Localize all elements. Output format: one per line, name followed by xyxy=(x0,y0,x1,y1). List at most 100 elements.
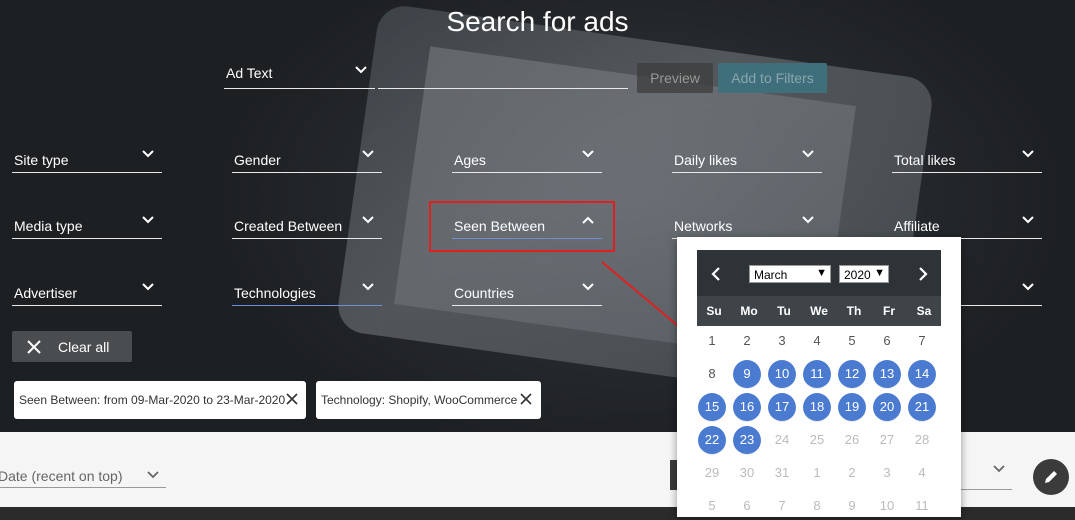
remove-chip-icon[interactable] xyxy=(520,393,532,405)
filter-chip-seen-between: Seen Between: from 09-Mar-2020 to 23-Mar… xyxy=(14,381,306,419)
chip-label: Technology: Shopify, WooCommerce xyxy=(321,393,518,407)
clear-all-button[interactable]: Clear all xyxy=(12,331,132,362)
sort-select[interactable]: Date (recent on top) xyxy=(0,463,166,488)
filter-gender[interactable]: Gender xyxy=(232,140,382,173)
year-value: 2020 xyxy=(844,268,871,282)
calendar-day[interactable]: 11 xyxy=(803,360,831,389)
dropdown-arrow-icon: ▼ xyxy=(874,267,885,279)
calendar-day[interactable]: 5 xyxy=(698,492,726,520)
filter-total-likes[interactable]: Total likes xyxy=(892,140,1042,173)
filter-countries[interactable]: Countries xyxy=(452,273,602,306)
calendar-day[interactable]: 20 xyxy=(873,393,901,422)
calendar-day[interactable]: 13 xyxy=(873,360,901,389)
calendar-day[interactable]: 31 xyxy=(768,459,796,487)
filter-label: Technologies xyxy=(234,285,316,301)
chevron-down-icon xyxy=(142,150,154,158)
chevron-down-icon xyxy=(147,471,159,479)
add-to-filters-button[interactable]: Add to Filters xyxy=(718,63,827,93)
calendar-day[interactable]: 9 xyxy=(838,492,866,520)
calendar-day[interactable]: 4 xyxy=(803,327,831,355)
calendar-day[interactable]: 1 xyxy=(803,459,831,487)
calendar-day[interactable]: 14 xyxy=(908,360,936,389)
toolbar-select[interactable] xyxy=(960,457,1012,490)
filter-advertiser[interactable]: Advertiser xyxy=(12,273,162,306)
calendar-day[interactable]: 7 xyxy=(768,492,796,520)
edit-button[interactable] xyxy=(1033,459,1069,495)
filter-label: Advertiser xyxy=(14,285,78,301)
calendar-day[interactable]: 30 xyxy=(733,459,761,487)
calendar-day[interactable]: 27 xyxy=(873,426,901,454)
calendar-day[interactable]: 15 xyxy=(698,393,726,422)
calendar-day[interactable]: 26 xyxy=(838,426,866,454)
year-select[interactable]: 2020 ▼ xyxy=(839,265,889,283)
filter-created-between[interactable]: Created Between xyxy=(232,206,382,239)
close-icon xyxy=(27,340,41,354)
filter-ages[interactable]: Ages xyxy=(452,140,602,173)
calendar-day[interactable]: 3 xyxy=(768,327,796,355)
ad-text-select[interactable]: Ad Text xyxy=(224,56,375,89)
calendar-day[interactable]: 6 xyxy=(733,492,761,520)
calendar-day[interactable]: 1 xyxy=(698,327,726,355)
filter-site-type[interactable]: Site type xyxy=(12,140,162,173)
dropdown-arrow-icon: ▼ xyxy=(816,267,827,279)
calendar-day[interactable]: 17 xyxy=(768,393,796,422)
filter-networks[interactable]: Networks xyxy=(672,206,822,239)
ad-text-label: Ad Text xyxy=(226,65,273,81)
calendar-day[interactable]: 10 xyxy=(768,360,796,389)
filter-chip-technology: Technology: Shopify, WooCommerce xyxy=(316,381,541,419)
calendar-day[interactable]: 28 xyxy=(908,426,936,454)
filter-label: Site type xyxy=(14,152,69,168)
chevron-left-icon[interactable] xyxy=(710,267,722,281)
calendar-day[interactable]: 23 xyxy=(733,426,761,455)
calendar-day[interactable]: 11 xyxy=(908,492,936,520)
calendar-day[interactable]: 4 xyxy=(908,459,936,487)
filter-label: Media type xyxy=(14,218,83,234)
chevron-down-icon xyxy=(1022,216,1034,224)
calendar-day[interactable]: 2 xyxy=(733,327,761,355)
chevron-down-icon xyxy=(362,216,374,224)
filter-daily-likes[interactable]: Daily likes xyxy=(672,140,822,173)
calendar-day[interactable]: 8 xyxy=(698,360,726,388)
filter-label: Networks xyxy=(674,218,733,234)
calendar-day[interactable]: 2 xyxy=(838,459,866,487)
filter-media-type[interactable]: Media type xyxy=(12,206,162,239)
chevron-down-icon xyxy=(355,66,367,74)
calendar-day[interactable]: 8 xyxy=(803,492,831,520)
clear-all-label: Clear all xyxy=(58,339,110,355)
remove-chip-icon[interactable] xyxy=(286,393,298,405)
weekday-label: Mo xyxy=(740,304,758,318)
ad-text-input[interactable] xyxy=(378,60,628,89)
calendar-day[interactable]: 5 xyxy=(838,327,866,355)
calendar-day[interactable]: 22 xyxy=(698,426,726,455)
weekday-label: We xyxy=(810,304,828,318)
calendar-day[interactable]: 9 xyxy=(733,360,761,389)
calendar-day[interactable]: 29 xyxy=(698,459,726,487)
weekday-label: Tu xyxy=(777,304,791,318)
month-value: March xyxy=(754,268,788,282)
calendar-day[interactable]: 16 xyxy=(733,393,761,422)
weekday-label: Th xyxy=(846,304,862,318)
calendar-day[interactable]: 25 xyxy=(803,426,831,454)
calendar-day[interactable]: 12 xyxy=(838,360,866,389)
filter-label: Gender xyxy=(234,152,281,168)
calendar-day[interactable]: 19 xyxy=(838,393,866,422)
month-select[interactable]: March ▼ xyxy=(749,265,831,283)
chevron-down-icon xyxy=(993,465,1005,473)
calendar-day[interactable]: 21 xyxy=(908,393,936,422)
filter-label: Created Between xyxy=(234,218,343,234)
calendar-day[interactable]: 6 xyxy=(873,327,901,355)
preview-button[interactable]: Preview xyxy=(637,63,713,93)
chevron-down-icon xyxy=(582,150,594,158)
chevron-down-icon xyxy=(362,283,374,291)
chevron-right-icon[interactable] xyxy=(917,267,929,281)
filter-affiliate[interactable]: Affiliate xyxy=(892,206,1042,239)
calendar-day[interactable]: 10 xyxy=(873,492,901,520)
calendar-day[interactable]: 3 xyxy=(873,459,901,487)
chevron-down-icon xyxy=(1022,283,1034,291)
calendar-day[interactable]: 7 xyxy=(908,327,936,355)
calendar-day[interactable]: 24 xyxy=(768,426,796,454)
date-picker: March ▼ 2020 ▼ Su Mo Tu We Th Fr Sa 1 2 3 4 5 6 7 8 9 10 1… xyxy=(677,237,961,517)
chevron-down-icon xyxy=(142,216,154,224)
calendar-day[interactable]: 18 xyxy=(803,393,831,422)
filter-technologies[interactable]: Technologies xyxy=(232,273,382,306)
